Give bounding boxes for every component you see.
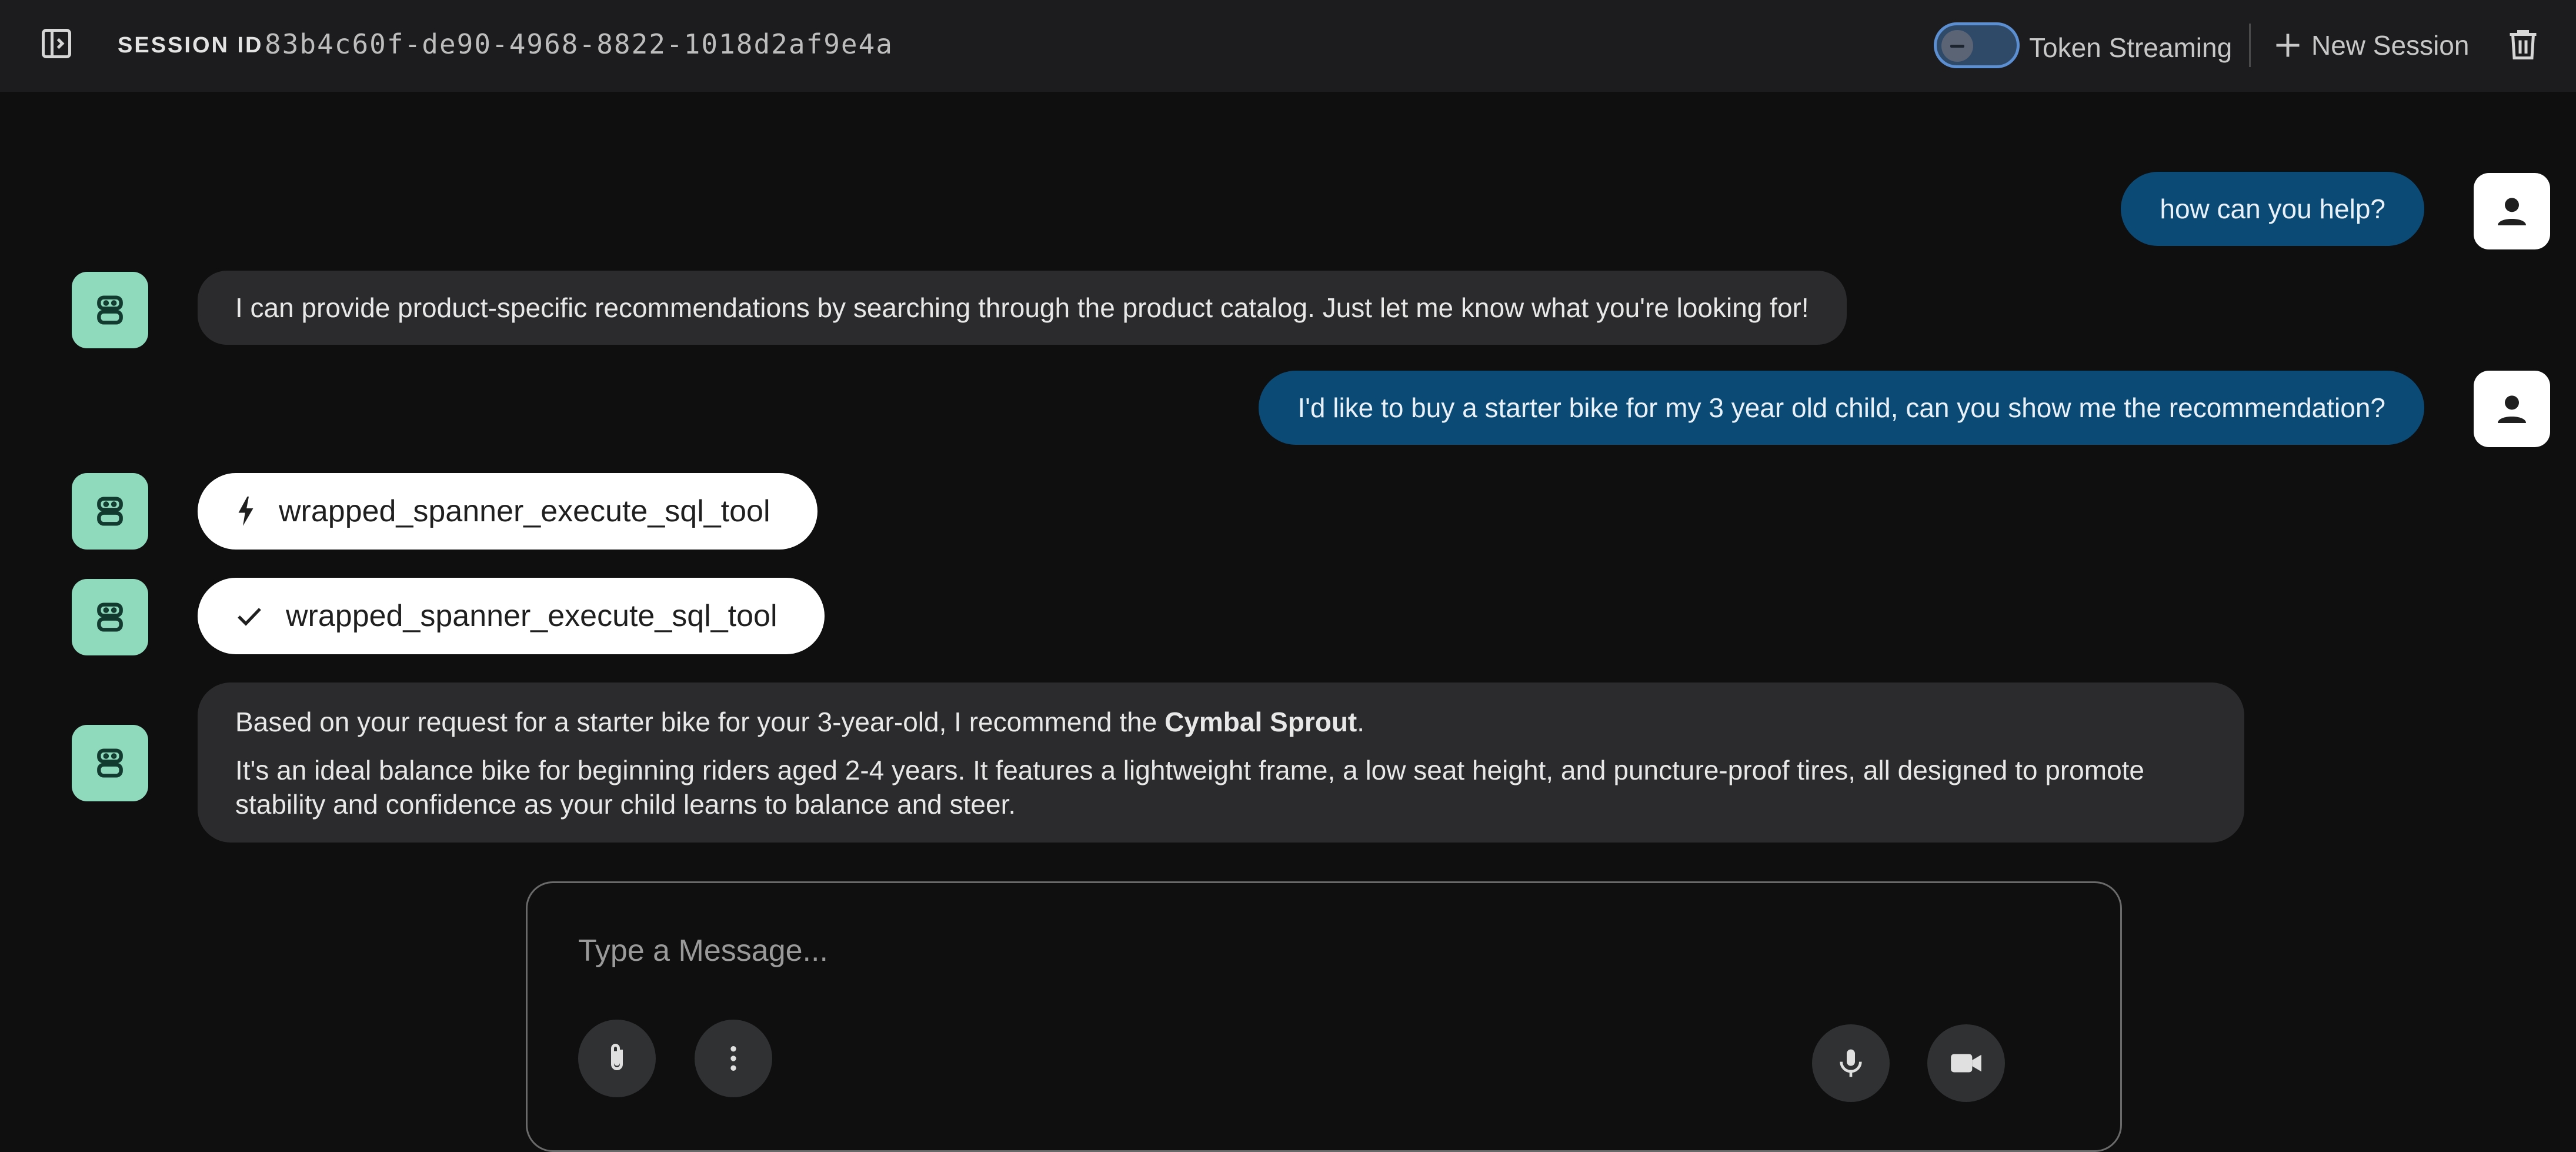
bot-message: I can provide product-specific recommend… — [198, 271, 1847, 345]
bot-avatar — [72, 725, 148, 801]
tool-call-chip[interactable]: wrapped_spanner_execute_sql_tool — [198, 473, 817, 550]
message-text: I'd like to buy a starter bike for my 3 … — [1297, 392, 2385, 423]
user-avatar — [2474, 173, 2550, 249]
tool-result-chip[interactable]: wrapped_spanner_execute_sql_tool — [198, 578, 825, 654]
robot-icon — [97, 295, 123, 325]
message-input[interactable] — [577, 927, 1991, 975]
video-button[interactable] — [1927, 1024, 2005, 1102]
message-paragraph: Based on your request for a starter bike… — [235, 705, 2207, 739]
plus-icon — [2276, 34, 2300, 57]
new-session-button[interactable]: New Session — [2273, 26, 2469, 65]
robot-icon — [97, 497, 123, 526]
robot-icon — [97, 748, 123, 778]
bot-avatar — [72, 473, 148, 550]
new-session-label: New Session — [2311, 30, 2470, 61]
session-id-value: 83b4c60f-de90-4968-8822-1018d2af9e4a — [265, 28, 893, 60]
more-vert-icon — [730, 1046, 736, 1071]
trash-icon — [2510, 30, 2537, 59]
message-composer — [526, 881, 2122, 1152]
session-id-label: SESSION ID — [118, 33, 263, 58]
product-name: Cymbal Sprout — [1164, 707, 1357, 737]
mic-icon — [1840, 1049, 1862, 1077]
toggle-knob — [1941, 30, 1973, 62]
paperclip-icon — [611, 1044, 623, 1070]
check-icon — [238, 608, 261, 626]
bot-message: Based on your request for a starter bike… — [198, 682, 2244, 843]
user-message: I'd like to buy a starter bike for my 3 … — [1259, 371, 2424, 445]
delete-session-button[interactable] — [2502, 24, 2544, 66]
user-avatar — [2474, 371, 2550, 447]
text-segment: . — [1357, 707, 1365, 737]
text-segment: Based on your request for a starter bike… — [235, 707, 1165, 737]
more-options-button[interactable] — [695, 1020, 772, 1097]
bolt-icon — [238, 497, 253, 526]
bot-avatar — [72, 272, 148, 348]
videocam-icon — [1951, 1054, 1981, 1073]
person-icon — [2498, 198, 2526, 225]
message-text: how can you help? — [2160, 194, 2385, 224]
tool-name: wrapped_spanner_execute_sql_tool — [286, 599, 778, 633]
person-icon — [2498, 395, 2526, 423]
microphone-button[interactable] — [1812, 1024, 1890, 1102]
token-streaming-toggle[interactable] — [1934, 22, 2020, 68]
token-streaming-label: Token Streaming — [2029, 32, 2233, 63]
attach-button[interactable] — [578, 1020, 656, 1097]
user-message: how can you help? — [2121, 172, 2424, 246]
robot-icon — [97, 602, 123, 632]
divider — [2249, 24, 2251, 67]
message-text: I can provide product-specific recommend… — [235, 292, 1809, 323]
bot-avatar — [72, 579, 148, 655]
message-paragraph: It's an ideal balance bike for beginning… — [235, 755, 2145, 820]
tool-name: wrapped_spanner_execute_sql_tool — [279, 494, 770, 528]
sidebar-toggle-icon[interactable] — [38, 25, 75, 62]
top-bar: SESSION ID 83b4c60f-de90-4968-8822-1018d… — [0, 0, 2576, 92]
